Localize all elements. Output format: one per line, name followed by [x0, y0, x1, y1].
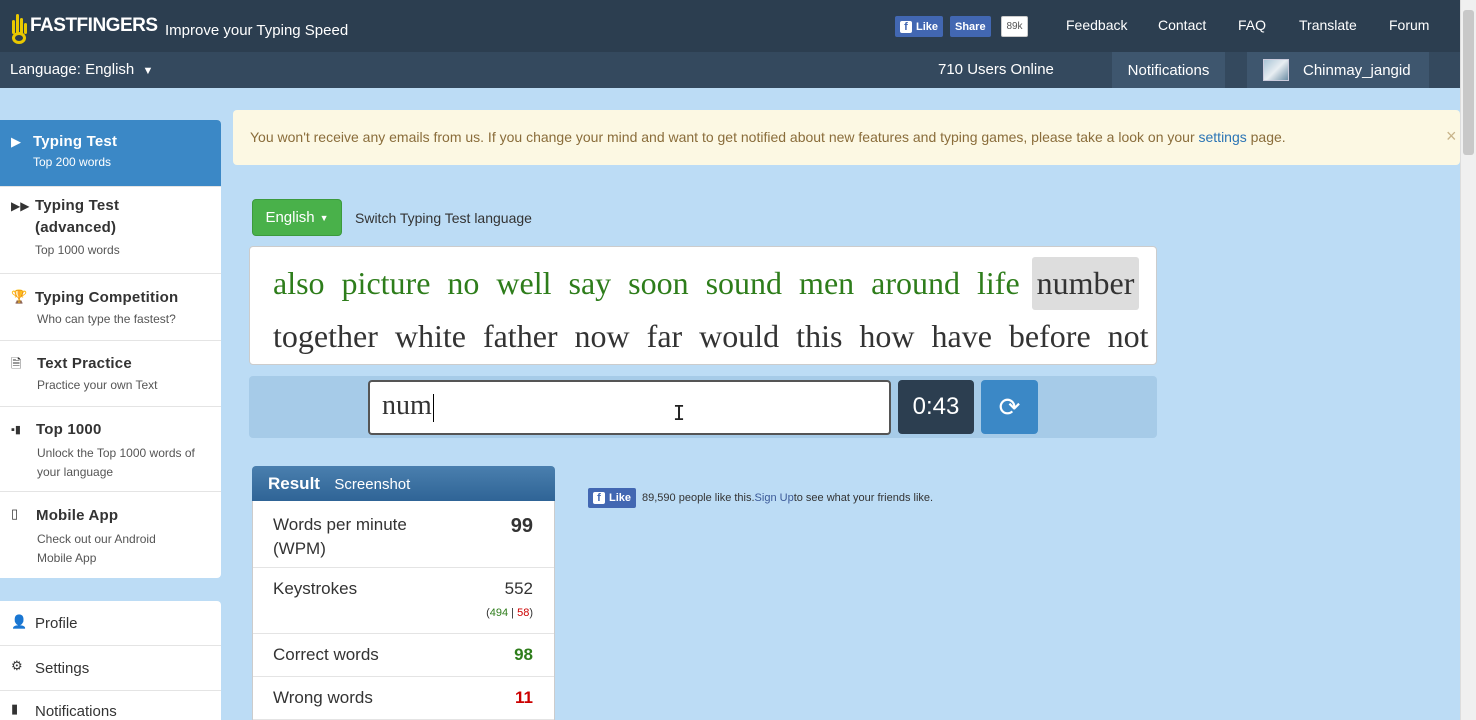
- comment-icon: ▮: [11, 701, 19, 716]
- top-navbar: FASTFINGERS Improve your Typing Speed f …: [0, 0, 1460, 52]
- document-icon: 🗎: [11, 356, 22, 371]
- word-upcoming: would: [699, 318, 780, 354]
- word-correct: also: [273, 265, 325, 301]
- word-correct: around: [871, 265, 960, 301]
- facebook-icon: f: [900, 20, 912, 33]
- word-upcoming: have: [931, 318, 992, 354]
- timer: 0:43: [898, 380, 974, 434]
- sidebar-item-top-1000[interactable]: ▪▮ Top 1000 Unlock the Top 1000 words of…: [0, 407, 221, 492]
- sidebar-item-settings[interactable]: ⚙ Settings: [0, 646, 221, 691]
- word-upcoming: this: [796, 318, 843, 354]
- word-correct: soon: [628, 265, 689, 301]
- refresh-icon: ⟳: [998, 391, 1021, 422]
- typing-input[interactable]: num: [368, 380, 891, 435]
- sidebar-item-typing-test[interactable]: ▶ Typing Test Top 200 words: [0, 120, 221, 187]
- word-correct: life: [977, 265, 1020, 301]
- sidebar-item-mobile-app[interactable]: ▯ Mobile App Check out our Android Mobil…: [0, 492, 221, 578]
- result-row-wpm: Words per minute (WPM) 99: [253, 501, 554, 568]
- gear-icon: ⚙: [11, 658, 23, 673]
- user-icon: 👤: [11, 614, 28, 629]
- email-notice-alert: You won't receive any emails from us. If…: [233, 110, 1460, 165]
- result-header: Result Screenshot: [252, 466, 555, 501]
- close-icon[interactable]: ×: [1446, 126, 1457, 147]
- sidebar-item-typing-test-advanced[interactable]: ▶▶ Typing Test (advanced) Top 1000 words: [0, 187, 221, 274]
- page-scrollbar[interactable]: [1460, 0, 1476, 720]
- word-upcoming: now: [574, 318, 630, 354]
- logo-text: FASTFINGERS: [30, 15, 158, 36]
- facebook-like-widget: f Like 89,590 people like this. Sign Up …: [588, 488, 933, 508]
- facebook-like-button[interactable]: f Like: [895, 16, 944, 37]
- hand-logo-icon: [10, 8, 28, 44]
- sidebar-account-menu: 👤 Profile ⚙ Settings ▮ Notifications: [0, 601, 221, 720]
- username: Chinmay_jangid: [1303, 61, 1411, 79]
- signal-icon: ▪▮: [11, 424, 21, 436]
- fast-forward-icon: ▶▶: [11, 199, 30, 213]
- word-upcoming: father: [482, 318, 558, 354]
- word-upcoming: not: [1107, 318, 1149, 354]
- caret-down-icon: ▼: [319, 212, 329, 223]
- facebook-icon: f: [593, 492, 605, 504]
- word-upcoming: far: [646, 318, 683, 354]
- trophy-icon: 🏆: [11, 289, 28, 304]
- nav-contact[interactable]: Contact: [1158, 17, 1206, 33]
- avatar: [1263, 59, 1289, 81]
- nav-translate[interactable]: Translate: [1299, 17, 1357, 33]
- mouse-ibeam-cursor-icon: I: [673, 401, 686, 425]
- sub-navbar: Language: English ▼ 710 Users Online Not…: [0, 52, 1460, 88]
- word-upcoming: together: [273, 318, 378, 354]
- word-correct: sound: [705, 265, 783, 301]
- language-dropdown[interactable]: Language: English ▼: [10, 61, 153, 78]
- text-caret: [432, 393, 434, 422]
- word-correct: picture: [341, 265, 431, 301]
- word-upcoming: white: [394, 318, 466, 354]
- scrollbar-thumb[interactable]: [1463, 10, 1474, 155]
- screenshot-tab[interactable]: Screenshot: [334, 476, 410, 493]
- play-icon: ▶: [11, 134, 21, 149]
- test-language-button[interactable]: English ▼: [252, 199, 342, 236]
- facebook-share-button[interactable]: Share: [950, 16, 991, 37]
- sidebar-item-notifications[interactable]: ▮ Notifications: [0, 691, 221, 720]
- word-upcoming: before: [1008, 318, 1091, 354]
- result-row-wrong-words: Wrong words 11: [253, 677, 554, 720]
- settings-link[interactable]: settings: [1199, 129, 1247, 145]
- reload-button[interactable]: ⟳: [981, 380, 1038, 434]
- nav-feedback[interactable]: Feedback: [1066, 17, 1127, 33]
- words-display: also picture no well say soon sound men …: [249, 246, 1157, 365]
- word-correct: men: [799, 265, 855, 301]
- facebook-count: 89k: [1001, 16, 1028, 37]
- word-upcoming: how: [859, 318, 915, 354]
- chevron-down-icon: ▼: [142, 65, 154, 77]
- users-online: 710 Users Online: [938, 61, 1054, 78]
- words-line-1: also picture no well say soon sound men …: [268, 257, 1156, 310]
- word-correct: no: [447, 265, 480, 301]
- phone-icon: ▯: [11, 506, 19, 521]
- word-correct: well: [496, 265, 552, 301]
- word-current: number: [1031, 257, 1140, 310]
- notifications-tab[interactable]: Notifications: [1112, 52, 1225, 88]
- result-table: Words per minute (WPM) 99 Keystrokes 552…: [252, 501, 555, 720]
- words-line-2: together white father now far would this…: [268, 310, 1156, 363]
- sidebar-item-typing-competition[interactable]: 🏆 Typing Competition Who can type the fa…: [0, 274, 221, 341]
- logo[interactable]: FASTFINGERS: [10, 6, 158, 46]
- nav-forum[interactable]: Forum: [1389, 17, 1429, 33]
- result-title: Result: [268, 474, 320, 493]
- sidebar-item-text-practice[interactable]: 🗎 Text Practice Practice your own Text: [0, 341, 221, 407]
- nav-faq[interactable]: FAQ: [1238, 17, 1266, 33]
- result-row-keystrokes: Keystrokes 552 (494 | 58): [253, 568, 554, 634]
- facebook-like-button-2[interactable]: f Like: [588, 488, 637, 508]
- sidebar-menu: ▶ Typing Test Top 200 words ▶▶ Typing Te…: [0, 120, 221, 578]
- result-row-correct-words: Correct words 98: [253, 634, 554, 677]
- fb-signup-link[interactable]: Sign Up: [755, 492, 794, 504]
- sidebar-item-profile[interactable]: 👤 Profile: [0, 601, 221, 646]
- tagline: Improve your Typing Speed: [165, 22, 349, 39]
- user-menu[interactable]: Chinmay_jangid: [1247, 52, 1429, 88]
- switch-language-label: Switch Typing Test language: [355, 210, 532, 226]
- word-correct: say: [568, 265, 612, 301]
